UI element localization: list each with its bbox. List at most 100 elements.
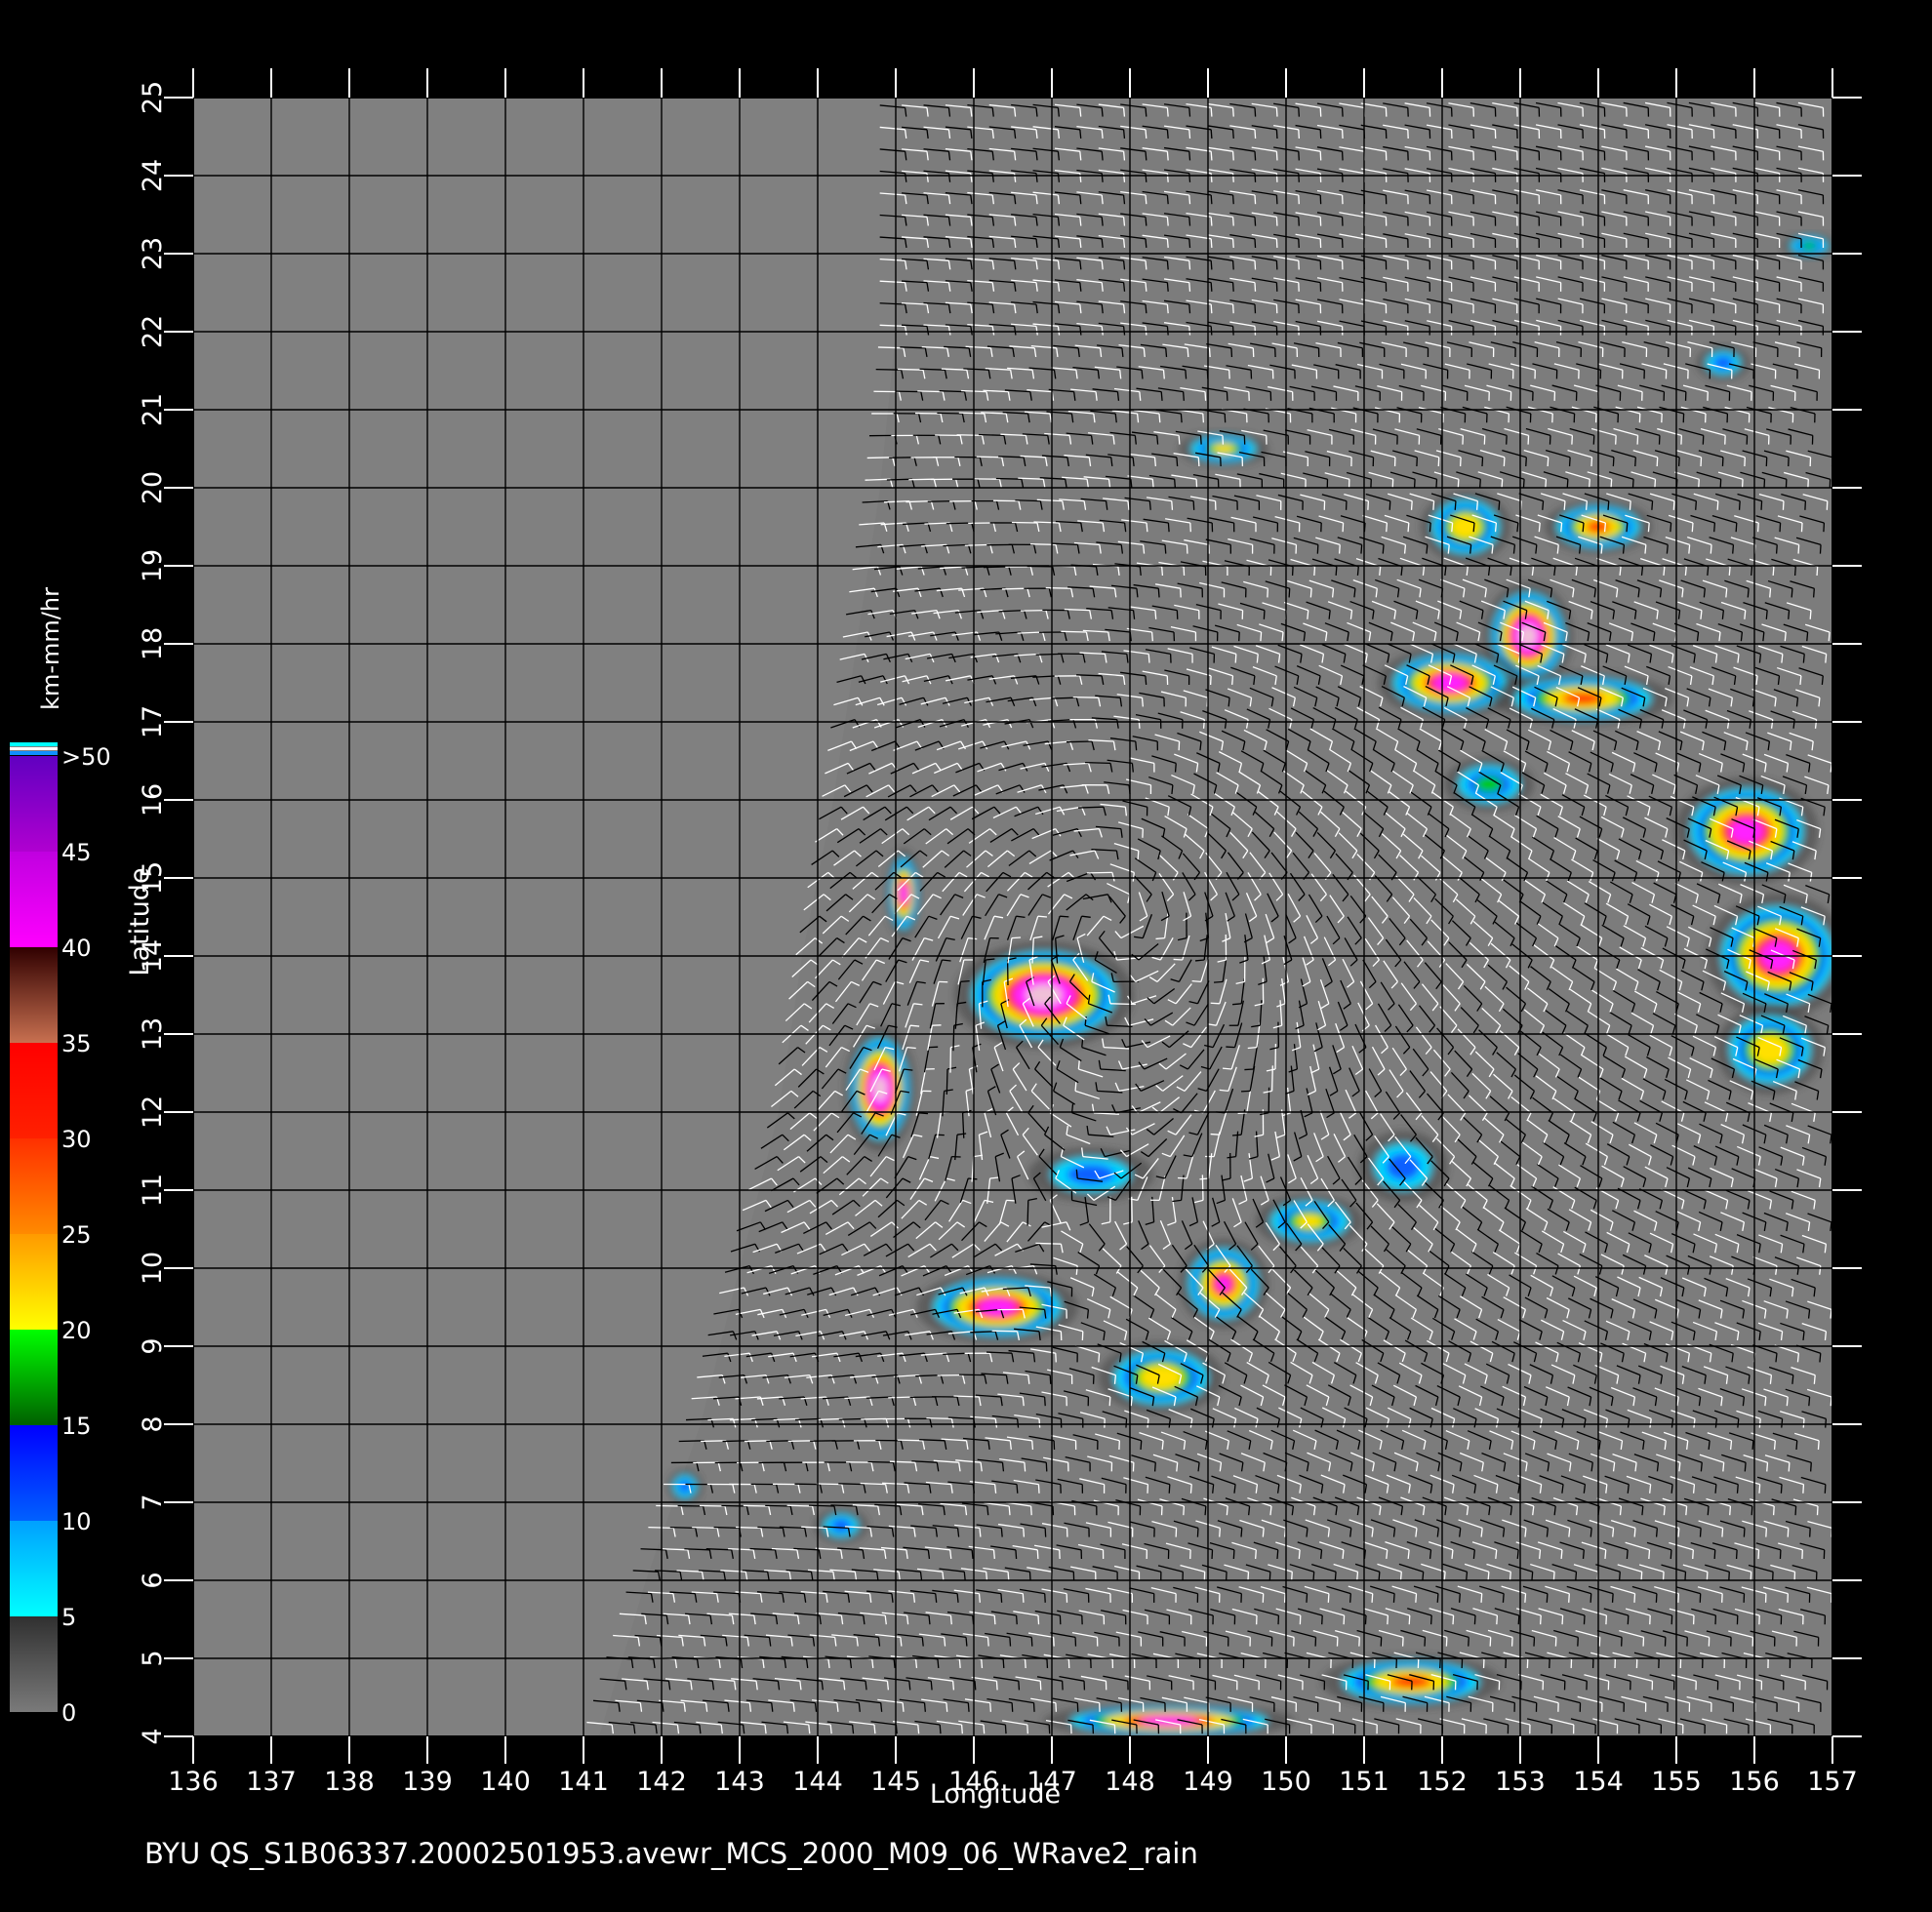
wind-barb: [1320, 1549, 1323, 1560]
wind-barb: [1590, 1593, 1592, 1603]
wind-barb: [1240, 1528, 1243, 1537]
wind-barb: [1791, 1374, 1794, 1384]
wind-barb: [1255, 1549, 1257, 1560]
wind-barb: [1371, 1593, 1374, 1603]
wind-barb: [1436, 1593, 1439, 1603]
wind-barb: [1773, 1440, 1776, 1451]
wind-barb: [1004, 1724, 1007, 1734]
wind-barb: [1268, 1572, 1271, 1581]
wind-barb: [1539, 1549, 1542, 1560]
rain-cell: [666, 1468, 704, 1505]
wind-barb: [1451, 1549, 1454, 1560]
wind-barb: [1568, 1593, 1570, 1603]
wind-vector: [816, 1483, 842, 1486]
wind-barb: [1125, 1418, 1128, 1428]
wind-barb: [937, 1658, 940, 1669]
wind-barb: [1022, 1593, 1025, 1603]
wind-barb: [1655, 1593, 1658, 1603]
wind-barb: [974, 1681, 977, 1691]
wind-barb: [1480, 1593, 1483, 1603]
wind-barb: [946, 1702, 948, 1712]
wind-barb: [1794, 1505, 1797, 1516]
wind-barb: [1618, 1572, 1621, 1581]
wind-barb: [1495, 1549, 1498, 1560]
wind-barb: [1685, 1505, 1688, 1516]
wind-barb: [1037, 1484, 1040, 1494]
wind-barb: [1378, 1572, 1381, 1581]
rain-cell: [1321, 1654, 1501, 1709]
wind-barb: [1583, 1614, 1586, 1625]
wind-barb: [1546, 1593, 1549, 1603]
wind-barb: [939, 1724, 942, 1734]
wind-vector: [1051, 697, 1077, 699]
wind-barb: [1202, 719, 1206, 729]
wind-barb: [1633, 1528, 1636, 1537]
wind-barb: [1232, 1003, 1242, 1006]
wind-barb: [1183, 1505, 1186, 1516]
wind-barb: [1795, 1440, 1798, 1451]
wind-barb: [1210, 1002, 1220, 1005]
rain-cell: [1179, 1239, 1268, 1329]
wind-barb: [1722, 1462, 1725, 1472]
wind-barb: [1231, 675, 1234, 686]
wind-barb: [965, 1637, 968, 1647]
wind-barb: [1699, 1528, 1702, 1537]
wind-barb: [1633, 1593, 1636, 1603]
wind-barb: [1327, 1593, 1330, 1603]
wind-barb: [1472, 1549, 1475, 1560]
wind-barb: [1626, 1549, 1629, 1560]
wind-barb: [1619, 1505, 1623, 1516]
wind-barb: [1662, 1572, 1665, 1581]
wind-barb: [1145, 675, 1147, 686]
wind-barb: [914, 1658, 918, 1669]
wind-barb: [917, 1724, 920, 1734]
wind-barb: [1018, 1681, 1021, 1691]
rain-cell: [1043, 1702, 1295, 1736]
wind-vector: [897, 1439, 923, 1442]
wind-barb: [1174, 763, 1177, 773]
wind-barb: [1765, 1528, 1768, 1537]
wind-barb: [1648, 1549, 1651, 1560]
wind-vector: [1072, 697, 1099, 698]
wind-barb: [1168, 1484, 1171, 1494]
rain-cell: [1027, 1147, 1154, 1202]
wind-barb: [1590, 1528, 1592, 1537]
wind-barb: [1028, 1572, 1031, 1581]
wind-barb: [1509, 1572, 1511, 1581]
wind-barb: [1037, 915, 1048, 918]
wind-barb: [1655, 1528, 1659, 1537]
wind-vector: [926, 1416, 952, 1420]
wind-vector: [1077, 806, 1104, 809]
wind-barb: [1692, 1549, 1694, 1560]
wind-barb: [1312, 1572, 1315, 1581]
wind-barb: [1030, 1637, 1033, 1647]
wind-vector: [766, 1440, 792, 1443]
rain-cell: [814, 1507, 868, 1544]
wind-barb: [1713, 1549, 1716, 1560]
wind-barb: [1496, 1614, 1499, 1625]
wind-barb: [1641, 1505, 1644, 1516]
wind-vector: [787, 1440, 814, 1443]
wind-barb: [1256, 654, 1259, 663]
wind-barb: [1262, 1528, 1265, 1537]
rain-cell: [1696, 344, 1751, 381]
wind-barb: [1568, 1528, 1571, 1537]
wind-barb: [1758, 1484, 1761, 1494]
wind-barb: [1138, 719, 1141, 729]
wind-barb: [1640, 1572, 1643, 1581]
wind-barb: [1098, 1353, 1101, 1363]
wind-barb: [1473, 1614, 1476, 1625]
wind-barb: [1821, 675, 1824, 686]
rain-cell: [1179, 430, 1268, 467]
wind-barb: [1670, 1549, 1672, 1560]
wind-barb: [1074, 1082, 1077, 1092]
wind-barb: [1524, 1593, 1527, 1603]
wind-barb: [1786, 1396, 1789, 1407]
wind-barb: [993, 1614, 996, 1625]
wind-barb: [1222, 1067, 1232, 1070]
wind-vector: [669, 1526, 696, 1530]
wind-barb: [1700, 1462, 1703, 1472]
wind-barb: [1000, 1593, 1003, 1603]
wind-barb: [1002, 1658, 1005, 1669]
wind-barb: [1560, 1549, 1563, 1560]
